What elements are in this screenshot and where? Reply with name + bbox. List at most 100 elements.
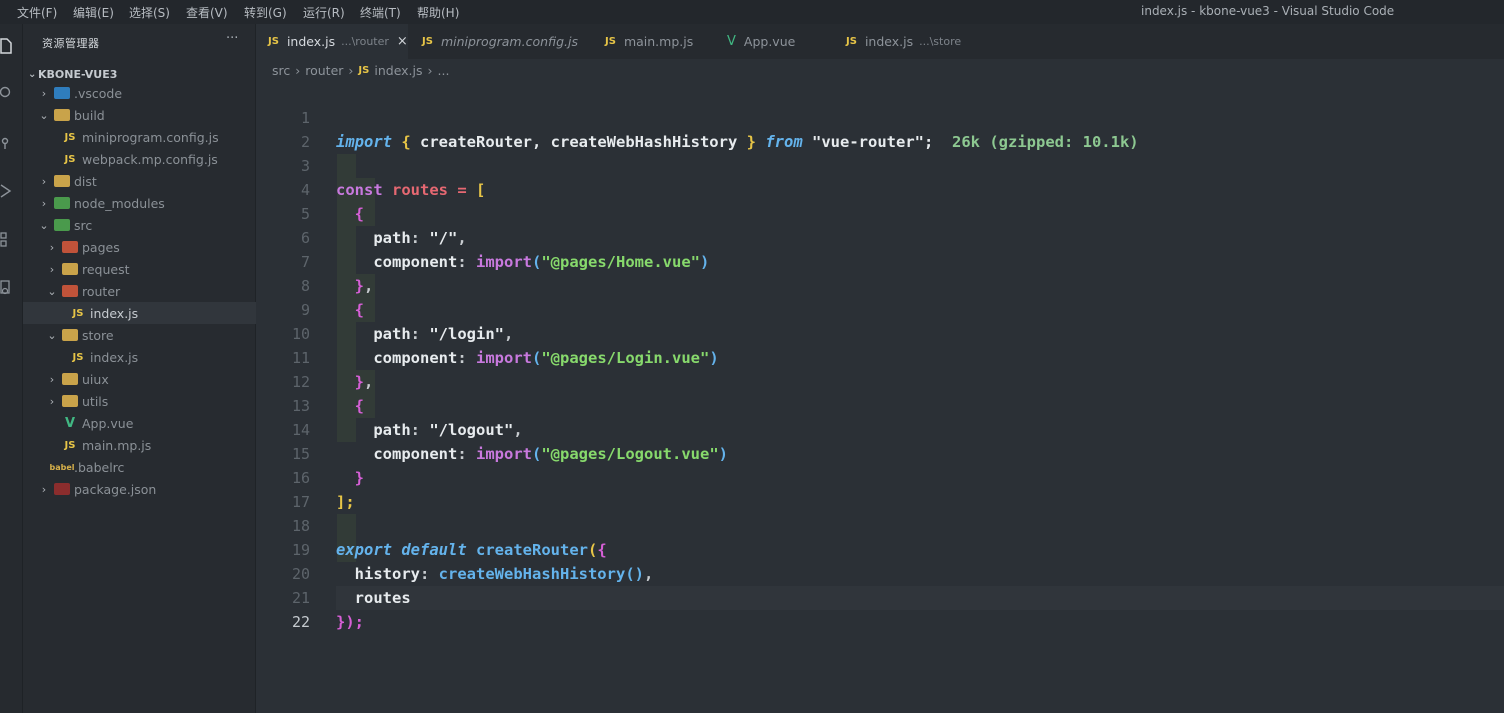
tree-item-package-json[interactable]: › package.json [23, 478, 270, 500]
source-control-icon[interactable] [0, 136, 14, 150]
tree-item-miniprogram-config[interactable]: JS miniprogram.config.js [23, 126, 294, 148]
code-line: 8 { [256, 250, 1504, 319]
extensions-icon[interactable] [0, 232, 14, 247]
folder-utils-icon [62, 395, 78, 407]
tree-item-dist[interactable]: › dist [23, 170, 270, 192]
close-icon[interactable]: × [397, 34, 408, 49]
tree-item-label: .babelrc [74, 459, 125, 475]
folder-src-icon [54, 219, 70, 231]
tree-item-label: main.mp.js [82, 437, 152, 453]
project-root[interactable]: ⌄ KBONE-VUE3 [28, 64, 117, 84]
code-line: 13 path: "/logout", [256, 370, 1504, 439]
code-line: 20 routes [256, 538, 1504, 607]
code-line: 16 ]; [256, 442, 1504, 511]
code-editor[interactable]: 1 import { createRouter, createWebHashHi… [256, 82, 1504, 713]
activity-bar [0, 24, 23, 713]
more-actions-icon[interactable]: ··· [226, 31, 238, 46]
folder-node-icon [54, 197, 70, 209]
code-line: 7 }, [256, 226, 1504, 295]
chevron-right-icon: › [49, 394, 55, 408]
menu-edit[interactable]: 编辑(E) [73, 4, 114, 21]
folder-router-icon [62, 285, 78, 297]
folder-pages-icon [62, 241, 78, 253]
code-line: 2 [256, 106, 1504, 151]
vue-file-icon: V [64, 415, 76, 431]
tree-item-utils[interactable]: › utils [23, 390, 278, 412]
tree-item-label: uiux [82, 371, 109, 387]
chevron-down-icon: ⌄ [47, 328, 57, 342]
tree-item-label: webpack.mp.config.js [82, 151, 218, 167]
chevron-right-icon: › [49, 262, 55, 276]
tree-item-pages[interactable]: › pages [23, 236, 278, 258]
tree-item-label: miniprogram.config.js [82, 129, 219, 145]
js-file-icon: JS [846, 36, 857, 47]
folder-open-icon [54, 109, 70, 121]
menu-run[interactable]: 运行(R) [303, 4, 345, 21]
folder-vscode-icon [54, 87, 70, 99]
menu-help[interactable]: 帮助(H) [417, 4, 459, 21]
tree-item-label: node_modules [74, 195, 165, 211]
tree-item-uiux[interactable]: › uiux [23, 368, 278, 390]
chevron-right-icon: › [49, 240, 55, 254]
tree-item-router[interactable]: ⌄ router [23, 280, 278, 302]
code-line: 9 path: "/login", [256, 274, 1504, 343]
tree-item-label: .vscode [74, 85, 123, 101]
tree-item-app-vue[interactable]: V App.vue [23, 412, 294, 434]
remote-explorer-icon[interactable] [0, 280, 14, 295]
tree-item-label: index.js [90, 305, 139, 321]
tree-item-webpack-config[interactable]: JS webpack.mp.config.js [23, 148, 294, 170]
code-line: 21 }); [256, 562, 1504, 631]
code-line: 11 }, [256, 322, 1504, 391]
js-file-icon: JS [64, 153, 76, 165]
vue-file-icon: V [727, 34, 736, 49]
tree-item-request[interactable]: › request [23, 258, 278, 280]
chevron-right-icon: › [348, 63, 354, 78]
search-icon[interactable] [0, 86, 14, 100]
chevron-right-icon: › [41, 86, 47, 100]
menu-terminal[interactable]: 终端(T) [360, 4, 401, 21]
tab-label: main.mp.js [623, 34, 694, 49]
tree-item-src[interactable]: ⌄ src [23, 214, 270, 236]
js-file-icon: JS [422, 36, 433, 47]
tree-item-label: store [82, 327, 114, 343]
tree-item-babelrc[interactable]: babel .babelrc [23, 456, 286, 478]
menu-selection[interactable]: 选择(S) [129, 4, 170, 21]
breadcrumb-src[interactable]: src [272, 63, 290, 78]
tree-item-store[interactable]: ⌄ store [23, 324, 278, 346]
code-line: 19 history: createWebHashHistory(), [256, 514, 1504, 583]
tab-app-vue[interactable]: V App.vue [727, 24, 795, 59]
tab-store-index[interactable]: JS index.js ...\store [846, 24, 961, 59]
breadcrumb-symbol[interactable]: ... [438, 63, 450, 78]
folder-icon [62, 373, 78, 385]
folder-icon [54, 175, 70, 187]
tree-item-main-mp[interactable]: JS main.mp.js [23, 434, 294, 456]
explorer-title: 资源管理器 [42, 37, 100, 50]
breadcrumb-router[interactable]: router [305, 63, 343, 78]
tree-item-node-modules[interactable]: › node_modules [23, 192, 270, 214]
chevron-down-icon: ⌄ [28, 68, 37, 80]
menu-go[interactable]: 转到(G) [244, 4, 287, 21]
tree-item-label: pages [82, 239, 120, 255]
menu-file[interactable]: 文件(F) [17, 4, 57, 21]
code-line: 5 path: "/", [256, 178, 1504, 247]
tab-miniprogram-config[interactable]: JS miniprogram.config.js [422, 24, 578, 59]
tree-item-vscode[interactable]: › .vscode [23, 82, 270, 104]
explorer-icon[interactable] [0, 38, 14, 54]
tab-label: miniprogram.config.js [440, 34, 578, 49]
tree-item-label: request [82, 261, 130, 277]
js-file-icon: JS [268, 36, 279, 47]
menu-view[interactable]: 查看(V) [186, 4, 228, 21]
breadcrumb-file[interactable]: index.js [374, 63, 422, 78]
punctuation: }); [336, 613, 364, 631]
run-debug-icon[interactable] [0, 184, 14, 198]
window-title: index.js - kbone-vue3 - Visual Studio Co… [1141, 4, 1395, 18]
tree-item-label: src [74, 217, 93, 233]
project-name: KBONE-VUE3 [38, 67, 118, 81]
tab-main-mp[interactable]: JS main.mp.js [605, 24, 693, 59]
breadcrumb: src › router › JS index.js › ... [272, 63, 449, 78]
code-line: 6 component: import("@pages/Home.vue") [256, 202, 1504, 271]
code-line: 14 component: import("@pages/Logout.vue"… [256, 394, 1504, 463]
tab-router-index[interactable]: JS index.js ...\router × [256, 24, 408, 59]
tab-label: App.vue [743, 34, 796, 49]
tree-item-build[interactable]: ⌄ build [23, 104, 270, 126]
